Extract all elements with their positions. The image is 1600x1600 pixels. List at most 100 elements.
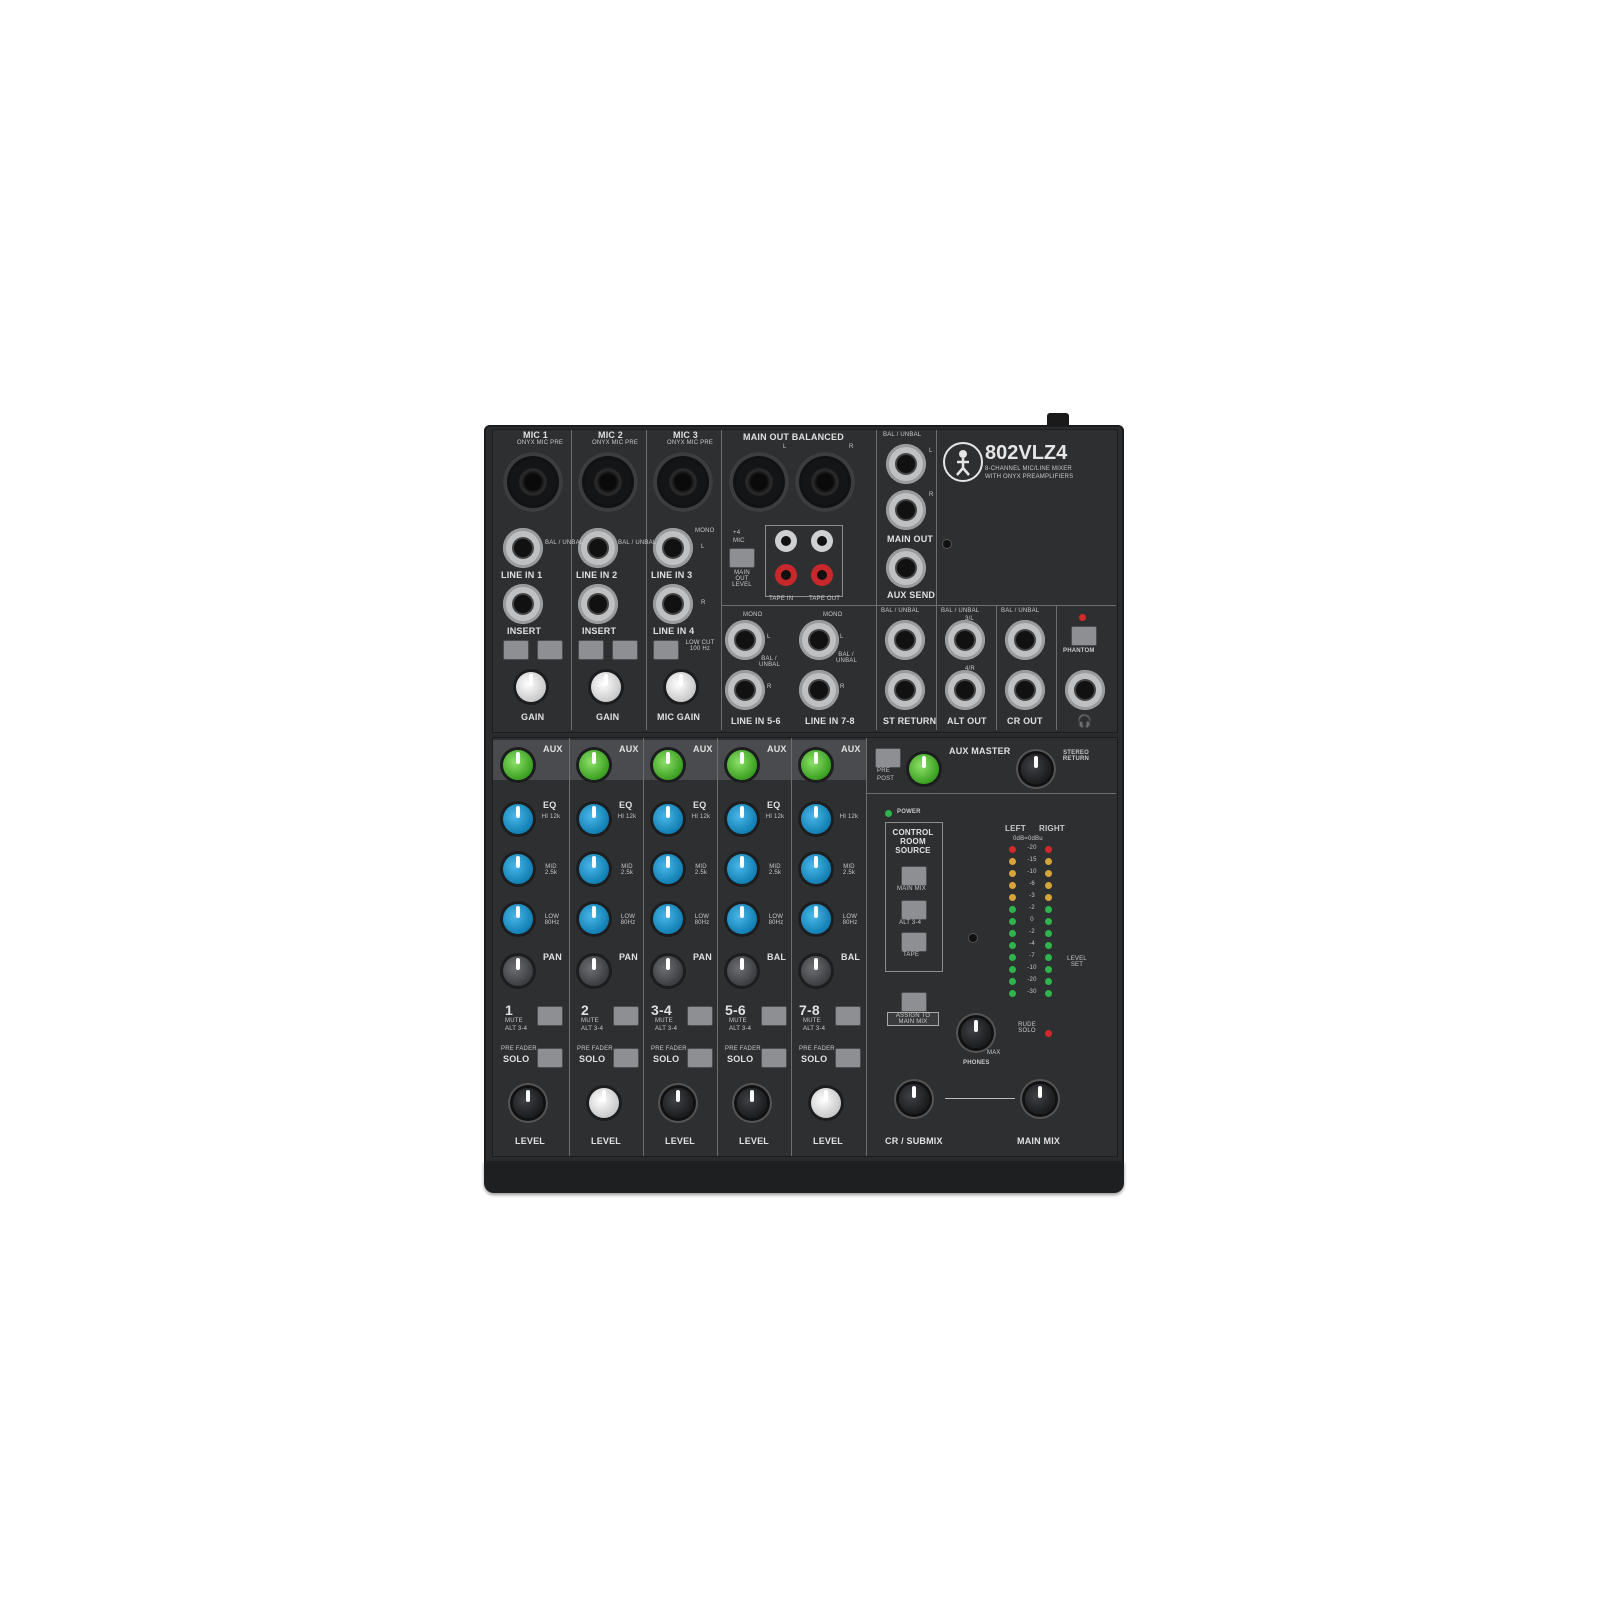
line-in-2-jack[interactable] xyxy=(578,528,618,568)
phones-label: PHONES xyxy=(963,1060,990,1066)
gain-1-knob[interactable] xyxy=(516,672,546,702)
eq-low-knob[interactable] xyxy=(801,904,831,934)
mute-label: MUTE xyxy=(655,1018,673,1024)
assign-to-main-mix-button[interactable] xyxy=(901,992,927,1012)
solo-button[interactable] xyxy=(835,1048,861,1068)
mute-button[interactable] xyxy=(613,1006,639,1026)
line-in-4-jack[interactable] xyxy=(653,584,693,624)
cr-alt34-label: ALT 3-4 xyxy=(899,920,922,926)
mic3-xlr-jack[interactable] xyxy=(653,452,713,512)
aux-knob[interactable] xyxy=(801,750,831,780)
solo-button[interactable] xyxy=(687,1048,713,1068)
aux-knob[interactable] xyxy=(727,750,757,780)
main-out-r-jack[interactable] xyxy=(886,490,926,530)
pan-knob[interactable] xyxy=(653,956,683,986)
main-mix-knob[interactable] xyxy=(1025,1084,1055,1114)
divider xyxy=(996,605,997,730)
main-out-r-xlr[interactable] xyxy=(795,452,855,512)
eq-hi-knob[interactable] xyxy=(653,804,683,834)
main-out-level-button[interactable] xyxy=(729,548,755,568)
aux-send-jack[interactable] xyxy=(886,548,926,588)
ch1-phase-button[interactable] xyxy=(537,640,563,660)
line-in-1-jack[interactable] xyxy=(503,528,543,568)
meter-led-right xyxy=(1045,954,1052,961)
insert-2-jack[interactable] xyxy=(578,584,618,624)
eq-mid-knob[interactable] xyxy=(579,854,609,884)
solo-button[interactable] xyxy=(613,1048,639,1068)
phones-jack[interactable] xyxy=(1065,670,1105,710)
pan-knob[interactable] xyxy=(579,956,609,986)
aux-master-knob[interactable] xyxy=(909,754,939,784)
tape-in-l-rca[interactable] xyxy=(775,530,797,552)
mic2-xlr-jack[interactable] xyxy=(578,452,638,512)
eq-hi-knob[interactable] xyxy=(579,804,609,834)
eq-hi-knob[interactable] xyxy=(727,804,757,834)
alt-out-r-jack[interactable] xyxy=(945,670,985,710)
cr-tape-button[interactable] xyxy=(901,932,927,952)
line-in-2-label: LINE IN 2 xyxy=(576,570,618,580)
meter-mark-label: -7 xyxy=(1029,953,1035,959)
phantom-button[interactable] xyxy=(1071,626,1097,646)
mic-gain-3-knob[interactable] xyxy=(666,672,696,702)
eq-hi-knob[interactable] xyxy=(503,804,533,834)
level-knob[interactable] xyxy=(663,1088,693,1118)
eq-mid-knob[interactable] xyxy=(727,854,757,884)
aux-pre-post-button[interactable] xyxy=(875,748,901,768)
balance-knob[interactable] xyxy=(801,956,831,986)
eq-mid-knob[interactable] xyxy=(503,854,533,884)
cr-main-mix-button[interactable] xyxy=(901,866,927,886)
aux-knob[interactable] xyxy=(579,750,609,780)
tape-out-l-rca[interactable] xyxy=(811,530,833,552)
tape-in-r-rca[interactable] xyxy=(775,564,797,586)
mute-button[interactable] xyxy=(835,1006,861,1026)
st-return-l-jack[interactable] xyxy=(885,620,925,660)
solo-button[interactable] xyxy=(761,1048,787,1068)
line-in-5-jack[interactable] xyxy=(725,620,765,660)
stereo-return-knob[interactable] xyxy=(1021,754,1051,784)
ch1-low-cut-button[interactable] xyxy=(503,640,529,660)
solo-button[interactable] xyxy=(537,1048,563,1068)
cr-out-l-jack[interactable] xyxy=(1005,620,1045,660)
eq-hi-knob[interactable] xyxy=(801,804,831,834)
control-room-source-label: CONTROL ROOM SOURCE xyxy=(892,828,934,855)
level-knob[interactable] xyxy=(737,1088,767,1118)
aux-knob[interactable] xyxy=(653,750,683,780)
line-in-8-jack[interactable] xyxy=(799,670,839,710)
meter-mark-label: -30 xyxy=(1027,989,1037,995)
level-knob[interactable] xyxy=(811,1088,841,1118)
cr-alt34-button[interactable] xyxy=(901,900,927,920)
line-in-6-jack[interactable] xyxy=(725,670,765,710)
main-out-l-jack[interactable] xyxy=(886,444,926,484)
pan-knob[interactable] xyxy=(503,956,533,986)
ch3-low-cut-button[interactable] xyxy=(653,640,679,660)
eq-low-knob[interactable] xyxy=(579,904,609,934)
phones-knob[interactable] xyxy=(961,1018,991,1048)
level-knob[interactable] xyxy=(513,1088,543,1118)
mute-button[interactable] xyxy=(761,1006,787,1026)
mic-gain-label: MIC GAIN xyxy=(657,712,701,722)
eq-low-knob[interactable] xyxy=(653,904,683,934)
line-in-7-jack[interactable] xyxy=(799,620,839,660)
insert-1-jack[interactable] xyxy=(503,584,543,624)
ch2-low-cut-button[interactable] xyxy=(578,640,604,660)
ch2-phase-button[interactable] xyxy=(612,640,638,660)
gain-2-knob[interactable] xyxy=(591,672,621,702)
st-return-r-jack[interactable] xyxy=(885,670,925,710)
balance-knob[interactable] xyxy=(727,956,757,986)
eq-mid-knob[interactable] xyxy=(653,854,683,884)
mute-button[interactable] xyxy=(537,1006,563,1026)
mute-button[interactable] xyxy=(687,1006,713,1026)
solo-label: SOLO xyxy=(503,1054,530,1064)
eq-low-knob[interactable] xyxy=(727,904,757,934)
cr-submix-knob[interactable] xyxy=(899,1084,929,1114)
aux-knob[interactable] xyxy=(503,750,533,780)
level-knob[interactable] xyxy=(589,1088,619,1118)
eq-low-knob[interactable] xyxy=(503,904,533,934)
cr-out-r-jack[interactable] xyxy=(1005,670,1045,710)
alt-out-l-jack[interactable] xyxy=(945,620,985,660)
line-in-3-jack[interactable] xyxy=(653,528,693,568)
tape-out-r-rca[interactable] xyxy=(811,564,833,586)
main-out-l-xlr[interactable] xyxy=(729,452,789,512)
mic1-xlr-jack[interactable] xyxy=(503,452,563,512)
eq-mid-knob[interactable] xyxy=(801,854,831,884)
